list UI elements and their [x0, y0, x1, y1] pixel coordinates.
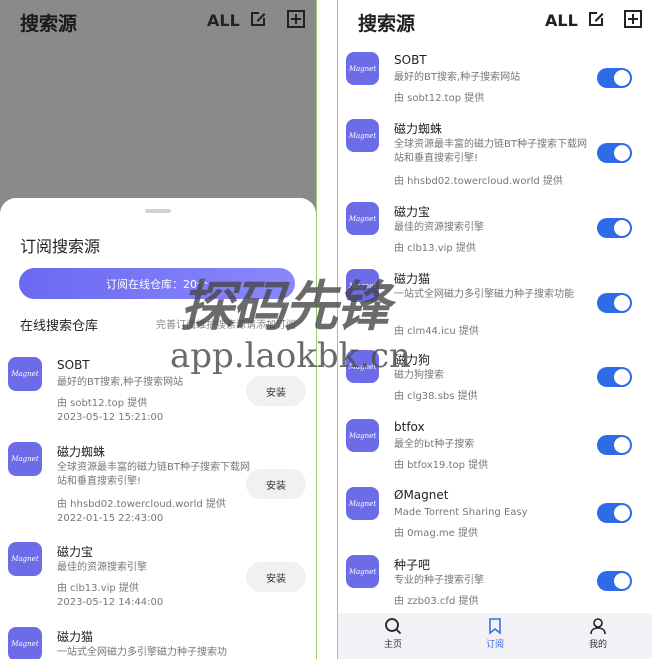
edit-icon[interactable] — [249, 10, 267, 28]
repo-name: 磁力猫 — [57, 630, 94, 644]
repo-description: 最好的BT搜索,种子搜索网站 — [57, 377, 184, 388]
all-button[interactable]: ALL — [545, 11, 578, 30]
source-enable-toggle[interactable] — [597, 143, 632, 163]
install-button[interactable]: 安装 — [246, 469, 306, 499]
bottom-nav: 主页 订阅 我的 — [338, 613, 652, 659]
search-icon — [385, 618, 402, 635]
right-screen: 搜索源 ALL Magnet SOBT 最好的BT搜索,种子搜索网站 由 sob… — [338, 0, 652, 659]
source-description: 最佳的资源搜索引擎 — [394, 222, 484, 233]
source-description: 全球资源最丰富的磁力链BT种子搜索下载网站和垂直搜索引擎! — [394, 139, 587, 164]
repo-description: 一站式全网磁力多引擎磁力种子搜索功 — [57, 647, 227, 658]
repo-provider: 由 sobt12.top 提供 — [57, 398, 148, 409]
source-name: btfox — [394, 420, 425, 434]
source-enable-toggle[interactable] — [597, 503, 632, 523]
nav-mine-label: 我的 — [588, 640, 607, 650]
person-icon — [590, 618, 606, 635]
source-provider: 由 zzb03.cfd 提供 — [394, 596, 479, 607]
source-provider: 由 0mag.me 提供 — [394, 528, 479, 539]
magnet-icon: Magnet — [8, 627, 42, 659]
sheet-drag-handle[interactable] — [145, 209, 171, 213]
source-provider: 由 btfox19.top 提供 — [394, 460, 489, 471]
magnet-icon: Magnet — [8, 357, 42, 391]
online-repo-hint: 完善订阅维护搜索源请添加订阅 — [156, 320, 296, 331]
repo-provider: 由 clb13.vip 提供 — [57, 583, 139, 594]
source-description: Made Torrent Sharing Easy — [394, 507, 528, 518]
magnet-icon: Magnet — [346, 350, 379, 383]
screen-divider — [316, 0, 338, 659]
source-description: 磁力狗搜索 — [394, 370, 444, 381]
repo-date: 2023-05-12 15:21:00 — [57, 412, 164, 423]
source-name: 磁力狗 — [394, 353, 431, 367]
source-provider: 由 clb13.vip 提供 — [394, 243, 476, 254]
edit-icon[interactable] — [587, 10, 605, 28]
magnet-icon: Magnet — [346, 269, 379, 302]
repo-name: 磁力宝 — [57, 545, 94, 559]
install-button[interactable]: 安装 — [246, 376, 306, 406]
subscribe-sheet: 订阅搜索源 订阅在线仓库：20个 在线搜索仓库 完善订阅维护搜索源请添加订阅 M… — [0, 198, 316, 659]
source-provider: 由 clm44.icu 提供 — [394, 326, 479, 337]
repo-description: 最佳的资源搜索引擎 — [57, 562, 147, 573]
magnet-icon: Magnet — [8, 442, 42, 476]
nav-home[interactable]: 主页 — [363, 617, 423, 650]
magnet-icon: Magnet — [346, 419, 379, 452]
source-name: 磁力蜘蛛 — [394, 122, 443, 136]
source-provider: 由 sobt12.top 提供 — [394, 93, 485, 104]
repo-name: 磁力蜘蛛 — [57, 445, 106, 459]
page-title: 搜索源 — [358, 13, 416, 35]
nav-subscribe-label: 订阅 — [485, 640, 504, 650]
nav-mine[interactable]: 我的 — [568, 617, 628, 650]
left-app-bar: 搜索源 ALL — [0, 0, 316, 42]
repo-description: 全球资源最丰富的磁力链BT种子搜索下载网站和垂直搜索引擎! — [57, 462, 250, 487]
install-button[interactable]: 安装 — [246, 562, 306, 592]
source-name: ØMagnet — [394, 488, 449, 502]
repo-date: 2023-05-12 14:44:00 — [57, 597, 164, 608]
source-name: 磁力宝 — [394, 205, 431, 219]
add-icon[interactable] — [624, 10, 642, 28]
online-repo-label: 在线搜索仓库 — [20, 319, 99, 334]
source-enable-toggle[interactable] — [597, 293, 632, 313]
nav-home-label: 主页 — [383, 640, 402, 650]
source-description: 最好的BT搜索,种子搜索网站 — [394, 72, 521, 83]
source-enable-toggle[interactable] — [597, 68, 632, 88]
source-enable-toggle[interactable] — [597, 435, 632, 455]
source-provider: 由 hhsbd02.towercloud.world 提供 — [394, 176, 563, 187]
repo-provider: 由 hhsbd02.towercloud.world 提供 — [57, 499, 226, 510]
source-name: 种子吧 — [394, 558, 431, 572]
magnet-icon: Magnet — [346, 555, 379, 588]
source-description: 专业的种子搜索引擎 — [394, 575, 484, 586]
source-provider: 由 clg38.sbs 提供 — [394, 391, 478, 402]
nav-subscribe[interactable]: 订阅 — [465, 617, 525, 650]
add-icon[interactable] — [287, 10, 305, 28]
page-title: 搜索源 — [20, 13, 78, 35]
source-enable-toggle[interactable] — [597, 367, 632, 387]
magnet-icon: Magnet — [346, 52, 379, 85]
source-name: 磁力猫 — [394, 272, 431, 286]
all-button[interactable]: ALL — [207, 11, 240, 30]
source-name: SOBT — [394, 53, 427, 67]
right-app-bar: 搜索源 ALL — [338, 0, 652, 42]
bookmark-icon — [489, 618, 501, 635]
source-description: 一站式全网磁力多引擎磁力种子搜索功能 — [394, 289, 574, 300]
magnet-icon: Magnet — [8, 542, 42, 576]
repo-name: SOBT — [57, 358, 90, 372]
source-enable-toggle[interactable] — [597, 571, 632, 591]
divider-line-left — [316, 0, 317, 659]
sheet-title: 订阅搜索源 — [20, 237, 101, 256]
magnet-icon: Magnet — [346, 119, 379, 152]
source-enable-toggle[interactable] — [597, 218, 632, 238]
repo-date: 2022-01-15 22:43:00 — [57, 513, 164, 524]
left-screen: 搜索源 ALL 订阅搜索源 订阅在线仓库：20个 在线搜索仓库 完善订阅维护搜索… — [0, 0, 316, 659]
source-description: 最全的bt种子搜索 — [394, 439, 475, 450]
magnet-icon: Magnet — [346, 487, 379, 520]
subscribe-online-repo-button[interactable]: 订阅在线仓库：20个 — [19, 268, 295, 299]
magnet-icon: Magnet — [346, 202, 379, 235]
